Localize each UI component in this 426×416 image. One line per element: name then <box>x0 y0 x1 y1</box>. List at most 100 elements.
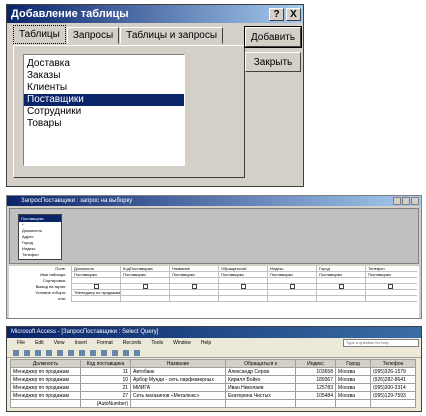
table-cell[interactable]: Кирилл Бойко <box>225 375 296 384</box>
delete-icon[interactable] <box>134 349 140 356</box>
menu-records[interactable]: Records <box>123 340 142 346</box>
table-cell[interactable]: Екатерина Чистых <box>225 391 296 400</box>
new-record-icon[interactable] <box>123 349 129 356</box>
table-cell[interactable]: Сеть магазинов «Мегалюкс» <box>130 391 226 400</box>
menu-edit[interactable]: Edit <box>35 340 44 346</box>
table-cell[interactable]: Александр Серов <box>225 367 296 376</box>
grid-cell-or[interactable] <box>366 296 417 302</box>
table-cell[interactable]: 11 <box>80 367 131 376</box>
field-item[interactable]: Телефон <box>19 252 61 258</box>
menu-view[interactable]: View <box>54 340 65 346</box>
tab-tables[interactable]: Таблицы <box>13 25 66 44</box>
table-cell[interactable]: Москва <box>335 383 371 392</box>
show-checkbox[interactable] <box>388 284 393 289</box>
cut-icon[interactable] <box>46 349 52 356</box>
table-cell[interactable]: Менеджер по продажам <box>10 375 81 384</box>
show-checkbox[interactable] <box>192 284 197 289</box>
table-cell[interactable]: 105484 <box>295 391 336 400</box>
tables-listbox[interactable]: Доставка Заказы Клиенты Поставщики Сотру… <box>23 54 185 166</box>
table-cell[interactable]: 27 <box>80 391 131 400</box>
show-checkbox[interactable] <box>143 284 148 289</box>
list-item-selected[interactable]: Поставщики <box>24 94 184 106</box>
field-list[interactable]: Поставщики * Должность Адрес Город Индек… <box>18 214 62 260</box>
help-button[interactable]: ? <box>269 7 284 21</box>
menu-insert[interactable]: Insert <box>74 340 87 346</box>
paste-icon[interactable] <box>68 349 74 356</box>
close-button[interactable] <box>411 197 419 205</box>
grid-cell-or[interactable] <box>317 296 368 302</box>
show-checkbox[interactable] <box>94 284 99 289</box>
copy-icon[interactable] <box>57 349 63 356</box>
table-cell[interactable] <box>295 399 336 408</box>
table-cell[interactable]: 103658 <box>295 367 336 376</box>
table-cell[interactable] <box>10 399 81 408</box>
list-item[interactable]: Доставка <box>24 58 184 70</box>
add-button[interactable]: Добавить <box>244 26 302 48</box>
undo-icon[interactable] <box>79 349 85 356</box>
table-cell[interactable]: Москва <box>335 367 371 376</box>
table-cell[interactable]: (095)326-1579 <box>370 367 416 376</box>
grid-cell-or[interactable] <box>219 296 270 302</box>
list-item[interactable]: Заказы <box>24 70 184 82</box>
menu-file[interactable]: File <box>17 340 25 346</box>
new-record-row[interactable]: (AutoNumber) <box>10 399 416 408</box>
grid-cell-or[interactable] <box>121 296 172 302</box>
menu-help[interactable]: Help <box>201 340 211 346</box>
minimize-button[interactable] <box>393 197 401 205</box>
show-checkbox[interactable] <box>290 284 295 289</box>
find-icon[interactable] <box>112 349 118 356</box>
table-cell[interactable]: 125783 <box>295 383 336 392</box>
list-item[interactable]: Клиенты <box>24 82 184 94</box>
table-cell[interactable]: МИИГА <box>130 383 226 392</box>
show-checkbox[interactable] <box>241 284 246 289</box>
table-cell[interactable]: (AutoNumber) <box>80 399 131 408</box>
table-row[interactable]: Менеджер по продажам 11 Автобанк Александр … <box>10 367 416 376</box>
sort-icon[interactable] <box>90 349 96 356</box>
save-icon[interactable] <box>24 349 30 356</box>
column-header[interactable]: Город <box>335 359 371 368</box>
column-header[interactable]: Телефон <box>370 359 416 368</box>
table-row[interactable]: Менеджер по продажам 10 Арбор Мунди - сеть… <box>10 375 416 384</box>
table-cell[interactable] <box>225 399 296 408</box>
table-cell[interactable]: Автобанк <box>130 367 226 376</box>
table-cell[interactable]: Менеджер по продажам <box>10 367 81 376</box>
column-header[interactable]: Индекс <box>295 359 336 368</box>
table-cell[interactable]: 10 <box>80 375 131 384</box>
table-cell[interactable]: Арбор Мунди - сеть парфюмерных <box>130 375 226 384</box>
table-cell[interactable] <box>335 399 371 408</box>
table-cell[interactable]: 189367 <box>295 375 336 384</box>
grid-cell-or[interactable] <box>268 296 319 302</box>
menu-window[interactable]: Window <box>173 340 191 346</box>
menu-tools[interactable]: Tools <box>151 340 163 346</box>
table-cell[interactable]: Москва <box>335 391 371 400</box>
tab-tables-and-queries[interactable]: Таблицы и запросы <box>120 27 224 44</box>
show-checkbox[interactable] <box>339 284 344 289</box>
table-cell[interactable] <box>130 399 226 408</box>
column-header[interactable]: Обращаться к <box>225 359 296 368</box>
table-cell[interactable]: (095)129-7593 <box>370 391 416 400</box>
table-cell[interactable] <box>370 399 416 408</box>
table-row[interactable]: Менеджер по продажам 21 МИИГА Иван Николаев… <box>10 383 416 392</box>
table-cell[interactable]: (926)282-8641 <box>370 375 416 384</box>
menu-format[interactable]: Format <box>97 340 113 346</box>
table-cell[interactable]: 21 <box>80 383 131 392</box>
table-cell[interactable]: Иван Николаев <box>225 383 296 392</box>
table-row[interactable]: Менеджер по продажам 27 Сеть магазинов «Ме… <box>10 391 416 400</box>
column-header[interactable]: Название <box>130 359 226 368</box>
table-cell[interactable]: (095)300-3314 <box>370 383 416 392</box>
list-item[interactable]: Сотрудники <box>24 106 184 118</box>
table-cell[interactable]: Менеджер по продажам <box>10 383 81 392</box>
close-window-button[interactable]: X <box>286 7 301 21</box>
filter-icon[interactable] <box>101 349 107 356</box>
table-cell[interactable]: Менеджер по продажам <box>10 391 81 400</box>
grid-cell-or[interactable] <box>170 296 221 302</box>
tab-queries[interactable]: Запросы <box>66 27 120 44</box>
maximize-button[interactable] <box>402 197 410 205</box>
help-search-input[interactable]: Type a question for help <box>343 339 419 347</box>
close-button[interactable]: Закрыть <box>245 52 301 72</box>
column-header[interactable]: Код поставщика <box>80 359 131 368</box>
column-header[interactable]: Должность <box>10 359 81 368</box>
grid-cell-or[interactable] <box>72 296 123 302</box>
table-cell[interactable]: Москва <box>335 375 371 384</box>
view-icon[interactable] <box>13 349 19 356</box>
